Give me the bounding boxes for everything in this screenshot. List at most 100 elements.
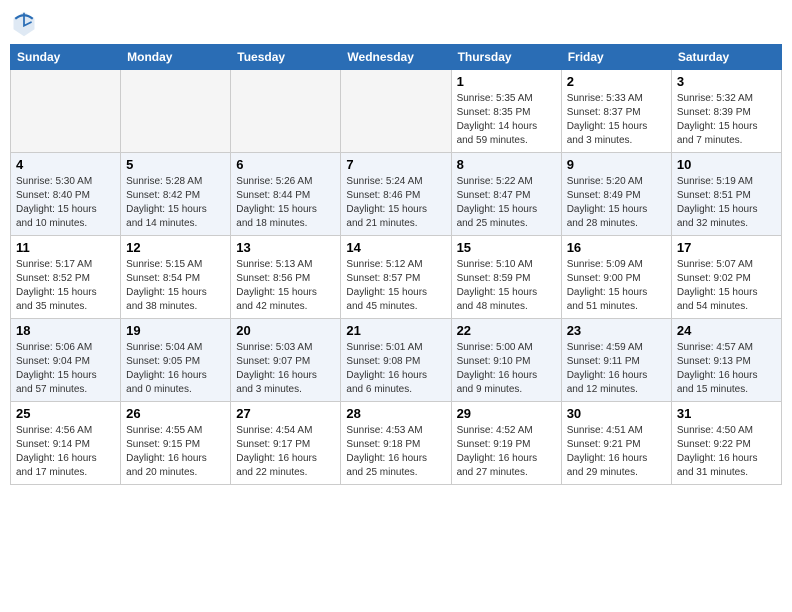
day-info: Sunrise: 5:07 AMSunset: 9:02 PMDaylight:… <box>677 258 776 314</box>
day-info: Sunrise: 5:26 AMSunset: 8:44 PMDaylight:… <box>236 175 335 231</box>
calendar-cell: 31 Sunrise: 4:50 AMSunset: 9:22 PMDayligh… <box>671 402 781 485</box>
day-number: 17 <box>677 240 776 255</box>
day-info: Sunrise: 4:56 AMSunset: 9:14 PMDaylight:… <box>16 424 115 480</box>
day-info: Sunrise: 4:51 AMSunset: 9:21 PMDaylight:… <box>567 424 666 480</box>
day-number: 1 <box>457 74 556 89</box>
day-number: 12 <box>126 240 225 255</box>
col-header-saturday: Saturday <box>671 45 781 70</box>
calendar-cell: 19Sunrise: 5:04 AMSunset: 9:05 PMDayligh… <box>121 319 231 402</box>
day-number: 28 <box>346 406 445 421</box>
day-number: 16 <box>567 240 666 255</box>
day-info: Sunrise: 5:17 AMSunset: 8:52 PMDaylight:… <box>16 258 115 314</box>
day-info: Sunrise: 5:30 AMSunset: 8:40 PMDaylight:… <box>16 175 115 231</box>
day-number: 9 <box>567 157 666 172</box>
day-number: 30 <box>567 406 666 421</box>
calendar-cell: 1 Sunrise: 5:35 AMSunset: 8:35 PMDaylight… <box>451 70 561 153</box>
day-info: Sunrise: 4:52 AMSunset: 9:19 PMDaylight:… <box>457 424 556 480</box>
day-number: 21 <box>346 323 445 338</box>
day-number: 25 <box>16 406 115 421</box>
day-info: Sunrise: 5:10 AMSunset: 8:59 PMDaylight:… <box>457 258 556 314</box>
calendar-cell: 13 Sunrise: 5:13 AMSunset: 8:56 PMDayligh… <box>231 236 341 319</box>
page-header <box>10 10 782 38</box>
col-header-wednesday: Wednesday <box>341 45 451 70</box>
day-info: Sunrise: 4:59 AMSunset: 9:11 PMDaylight:… <box>567 341 666 397</box>
calendar-cell: 20Sunrise: 5:03 AMSunset: 9:07 PMDayligh… <box>231 319 341 402</box>
day-number: 2 <box>567 74 666 89</box>
day-number: 10 <box>677 157 776 172</box>
calendar-cell: 7 Sunrise: 5:24 AMSunset: 8:46 PMDaylight… <box>341 153 451 236</box>
day-info: Sunrise: 5:22 AMSunset: 8:47 PMDaylight:… <box>457 175 556 231</box>
day-number: 31 <box>677 406 776 421</box>
day-info: Sunrise: 5:24 AMSunset: 8:46 PMDaylight:… <box>346 175 445 231</box>
calendar-cell: 15Sunrise: 5:10 AMSunset: 8:59 PMDayligh… <box>451 236 561 319</box>
calendar-week-4: 18Sunrise: 5:06 AMSunset: 9:04 PMDayligh… <box>11 319 782 402</box>
calendar-week-1: 1 Sunrise: 5:35 AMSunset: 8:35 PMDaylight… <box>11 70 782 153</box>
calendar-table: SundayMondayTuesdayWednesdayThursdayFrid… <box>10 44 782 485</box>
day-number: 13 <box>236 240 335 255</box>
calendar-cell: 23Sunrise: 4:59 AMSunset: 9:11 PMDayligh… <box>561 319 671 402</box>
calendar-cell: 2 Sunrise: 5:33 AMSunset: 8:37 PMDaylight… <box>561 70 671 153</box>
day-info: Sunrise: 5:32 AMSunset: 8:39 PMDaylight:… <box>677 92 776 148</box>
calendar-cell: 28 Sunrise: 4:53 AMSunset: 9:18 PMDayligh… <box>341 402 451 485</box>
day-number: 26 <box>126 406 225 421</box>
day-number: 24 <box>677 323 776 338</box>
calendar-cell <box>341 70 451 153</box>
calendar-week-3: 11Sunrise: 5:17 AMSunset: 8:52 PMDayligh… <box>11 236 782 319</box>
day-info: Sunrise: 4:54 AMSunset: 9:17 PMDaylight:… <box>236 424 335 480</box>
day-info: Sunrise: 4:53 AMSunset: 9:18 PMDaylight:… <box>346 424 445 480</box>
calendar-cell: 22 Sunrise: 5:00 AMSunset: 9:10 PMDayligh… <box>451 319 561 402</box>
calendar-cell: 5 Sunrise: 5:28 AMSunset: 8:42 PMDaylight… <box>121 153 231 236</box>
calendar-week-5: 25 Sunrise: 4:56 AMSunset: 9:14 PMDayligh… <box>11 402 782 485</box>
calendar-cell: 11Sunrise: 5:17 AMSunset: 8:52 PMDayligh… <box>11 236 121 319</box>
calendar-cell: 9 Sunrise: 5:20 AMSunset: 8:49 PMDaylight… <box>561 153 671 236</box>
day-info: Sunrise: 5:19 AMSunset: 8:51 PMDaylight:… <box>677 175 776 231</box>
calendar-cell: 4 Sunrise: 5:30 AMSunset: 8:40 PMDaylight… <box>11 153 121 236</box>
day-number: 19 <box>126 323 225 338</box>
day-info: Sunrise: 5:15 AMSunset: 8:54 PMDaylight:… <box>126 258 225 314</box>
day-info: Sunrise: 5:12 AMSunset: 8:57 PMDaylight:… <box>346 258 445 314</box>
calendar-cell: 8 Sunrise: 5:22 AMSunset: 8:47 PMDaylight… <box>451 153 561 236</box>
calendar-cell: 24 Sunrise: 4:57 AMSunset: 9:13 PMDayligh… <box>671 319 781 402</box>
day-number: 5 <box>126 157 225 172</box>
calendar-cell <box>11 70 121 153</box>
day-number: 8 <box>457 157 556 172</box>
day-info: Sunrise: 5:33 AMSunset: 8:37 PMDaylight:… <box>567 92 666 148</box>
day-number: 7 <box>346 157 445 172</box>
day-number: 4 <box>16 157 115 172</box>
day-info: Sunrise: 5:01 AMSunset: 9:08 PMDaylight:… <box>346 341 445 397</box>
day-number: 6 <box>236 157 335 172</box>
day-number: 14 <box>346 240 445 255</box>
calendar-cell: 27 Sunrise: 4:54 AMSunset: 9:17 PMDayligh… <box>231 402 341 485</box>
calendar-cell <box>121 70 231 153</box>
day-info: Sunrise: 4:55 AMSunset: 9:15 PMDaylight:… <box>126 424 225 480</box>
calendar-cell: 17 Sunrise: 5:07 AMSunset: 9:02 PMDayligh… <box>671 236 781 319</box>
calendar-cell: 10 Sunrise: 5:19 AMSunset: 8:51 PMDayligh… <box>671 153 781 236</box>
day-number: 27 <box>236 406 335 421</box>
day-number: 22 <box>457 323 556 338</box>
day-info: Sunrise: 5:28 AMSunset: 8:42 PMDaylight:… <box>126 175 225 231</box>
calendar-cell: 26 Sunrise: 4:55 AMSunset: 9:15 PMDayligh… <box>121 402 231 485</box>
calendar-cell <box>231 70 341 153</box>
col-header-sunday: Sunday <box>11 45 121 70</box>
calendar-cell: 29Sunrise: 4:52 AMSunset: 9:19 PMDayligh… <box>451 402 561 485</box>
logo-icon <box>10 10 38 38</box>
day-info: Sunrise: 5:35 AMSunset: 8:35 PMDaylight:… <box>457 92 556 148</box>
col-header-tuesday: Tuesday <box>231 45 341 70</box>
calendar-cell: 3 Sunrise: 5:32 AMSunset: 8:39 PMDaylight… <box>671 70 781 153</box>
day-info: Sunrise: 5:00 AMSunset: 9:10 PMDaylight:… <box>457 341 556 397</box>
col-header-friday: Friday <box>561 45 671 70</box>
calendar-cell: 14 Sunrise: 5:12 AMSunset: 8:57 PMDayligh… <box>341 236 451 319</box>
day-info: Sunrise: 5:13 AMSunset: 8:56 PMDaylight:… <box>236 258 335 314</box>
calendar-cell: 21 Sunrise: 5:01 AMSunset: 9:08 PMDayligh… <box>341 319 451 402</box>
calendar-cell: 16Sunrise: 5:09 AMSunset: 9:00 PMDayligh… <box>561 236 671 319</box>
day-info: Sunrise: 5:03 AMSunset: 9:07 PMDaylight:… <box>236 341 335 397</box>
day-info: Sunrise: 4:57 AMSunset: 9:13 PMDaylight:… <box>677 341 776 397</box>
calendar-cell: 25 Sunrise: 4:56 AMSunset: 9:14 PMDayligh… <box>11 402 121 485</box>
day-number: 3 <box>677 74 776 89</box>
col-header-monday: Monday <box>121 45 231 70</box>
day-info: Sunrise: 5:20 AMSunset: 8:49 PMDaylight:… <box>567 175 666 231</box>
calendar-header-row: SundayMondayTuesdayWednesdayThursdayFrid… <box>11 45 782 70</box>
day-number: 18 <box>16 323 115 338</box>
day-info: Sunrise: 4:50 AMSunset: 9:22 PMDaylight:… <box>677 424 776 480</box>
col-header-thursday: Thursday <box>451 45 561 70</box>
